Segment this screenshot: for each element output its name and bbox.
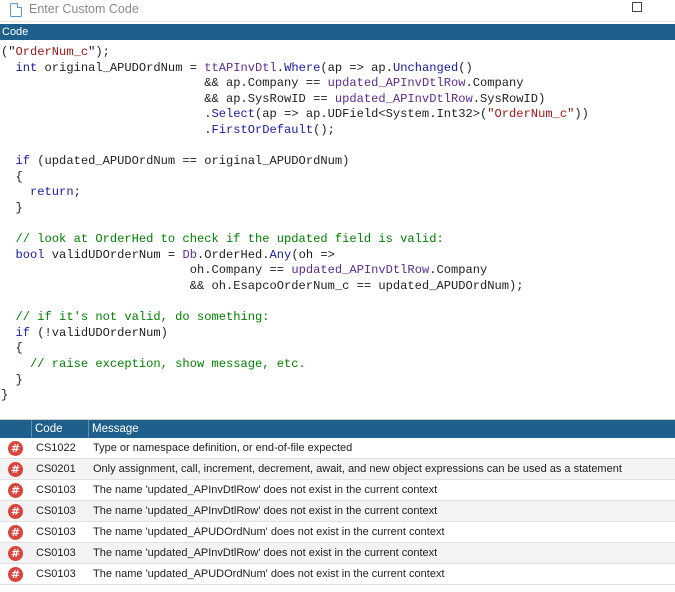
- message-column-header[interactable]: Message: [88, 420, 675, 438]
- document-icon: [10, 3, 22, 17]
- error-icon: #: [8, 567, 23, 582]
- error-icon: #: [8, 441, 23, 456]
- error-message: The name 'updated_APInvDtlRow' does not …: [93, 505, 438, 517]
- code-editor[interactable]: ("OrderNum_c"); int original_APUDOrdNum …: [0, 40, 675, 414]
- code-line: // if it's not valid, do something:: [1, 310, 270, 325]
- error-icon: #: [8, 483, 23, 498]
- severity-column-header[interactable]: [0, 420, 31, 438]
- table-row[interactable]: # CS0103 The name 'updated_APUDOrdNum' doe…: [0, 522, 675, 543]
- error-icon: #: [8, 525, 23, 540]
- maximize-icon[interactable]: [632, 2, 642, 12]
- table-row[interactable]: # CS0103 The name 'updated_APInvDtlRow' do…: [0, 501, 675, 522]
- error-code: CS0201: [36, 463, 76, 475]
- error-message: The name 'updated_APInvDtlRow' does not …: [93, 547, 438, 559]
- error-icon: #: [8, 546, 23, 561]
- error-message: Only assignment, call, increment, decrem…: [93, 463, 622, 475]
- error-message: The name 'updated_APUDOrdNum' does not e…: [93, 526, 445, 538]
- code-panel-header: Code: [0, 24, 675, 40]
- error-code: CS0103: [36, 526, 76, 538]
- title-bar: Enter Custom Code: [0, 0, 675, 22]
- window-title: Enter Custom Code: [29, 2, 139, 16]
- code-line: // raise exception, show message, etc.: [1, 357, 306, 371]
- table-row[interactable]: # CS0201 Only assignment, call, increment,…: [0, 459, 675, 480]
- code-line: {: [1, 169, 23, 184]
- code-line: ("OrderNum_c");: [1, 45, 110, 59]
- table-row[interactable]: # CS1022 Type or namespace definition, or …: [0, 438, 675, 459]
- code-line: }: [1, 372, 23, 387]
- code-column-header[interactable]: Code: [31, 420, 88, 438]
- code-line: .FirstOrDefault();: [1, 123, 335, 137]
- table-row[interactable]: # CS0103 The name 'updated_APInvDtlRow' do…: [0, 543, 675, 564]
- code-line: {: [1, 341, 23, 356]
- code-line: .Select(ap => ap.UDField<System.Int32>("…: [1, 107, 589, 122]
- code-line: if (updated_APUDOrdNum == original_APUDO…: [15, 154, 350, 169]
- code-line: // look at OrderHed to check if the upda…: [1, 232, 444, 247]
- code-line: int original_APUDOrdNum = ttAPInvDtl.Whe…: [15, 60, 473, 75]
- error-icon: #: [8, 504, 23, 519]
- error-code: CS0103: [36, 505, 76, 517]
- error-message: The name 'updated_APInvDtlRow' does not …: [93, 484, 438, 496]
- error-code: CS0103: [36, 568, 76, 580]
- error-list: Code Message # CS1022 Type or namespace de…: [0, 419, 675, 592]
- code-line: }: [1, 201, 23, 215]
- error-list-header: Code Message: [0, 420, 675, 438]
- error-message: Type or namespace definition, or end-of-…: [93, 442, 353, 454]
- code-line: bool validUDOrderNum = Db.OrderHed.Any(o…: [15, 247, 335, 262]
- error-code: CS0103: [36, 547, 76, 559]
- table-row[interactable]: # CS0103 The name 'updated_APUDOrdNum' doe…: [0, 564, 675, 585]
- code-line: && oh.EsapcoOrderNum_c == updated_APUDOr…: [1, 279, 524, 293]
- error-code: CS0103: [36, 484, 76, 496]
- code-line: oh.Company == updated_APInvDtlRow.Compan…: [1, 263, 488, 278]
- code-line: }: [1, 388, 9, 403]
- code-line: if (!validUDOrderNum): [15, 325, 168, 340]
- error-code: CS1022: [36, 442, 76, 454]
- table-row[interactable]: # CS0103 The name 'updated_APInvDtlRow' do…: [0, 480, 675, 501]
- error-icon: #: [8, 462, 23, 477]
- error-message: The name 'updated_APUDOrdNum' does not e…: [93, 568, 445, 580]
- code-line: return;: [30, 185, 81, 200]
- code-line: && ap.Company == updated_APInvDtlRow.Com…: [1, 76, 524, 91]
- code-line: && ap.SysRowID == updated_APInvDtlRow.Sy…: [1, 91, 546, 106]
